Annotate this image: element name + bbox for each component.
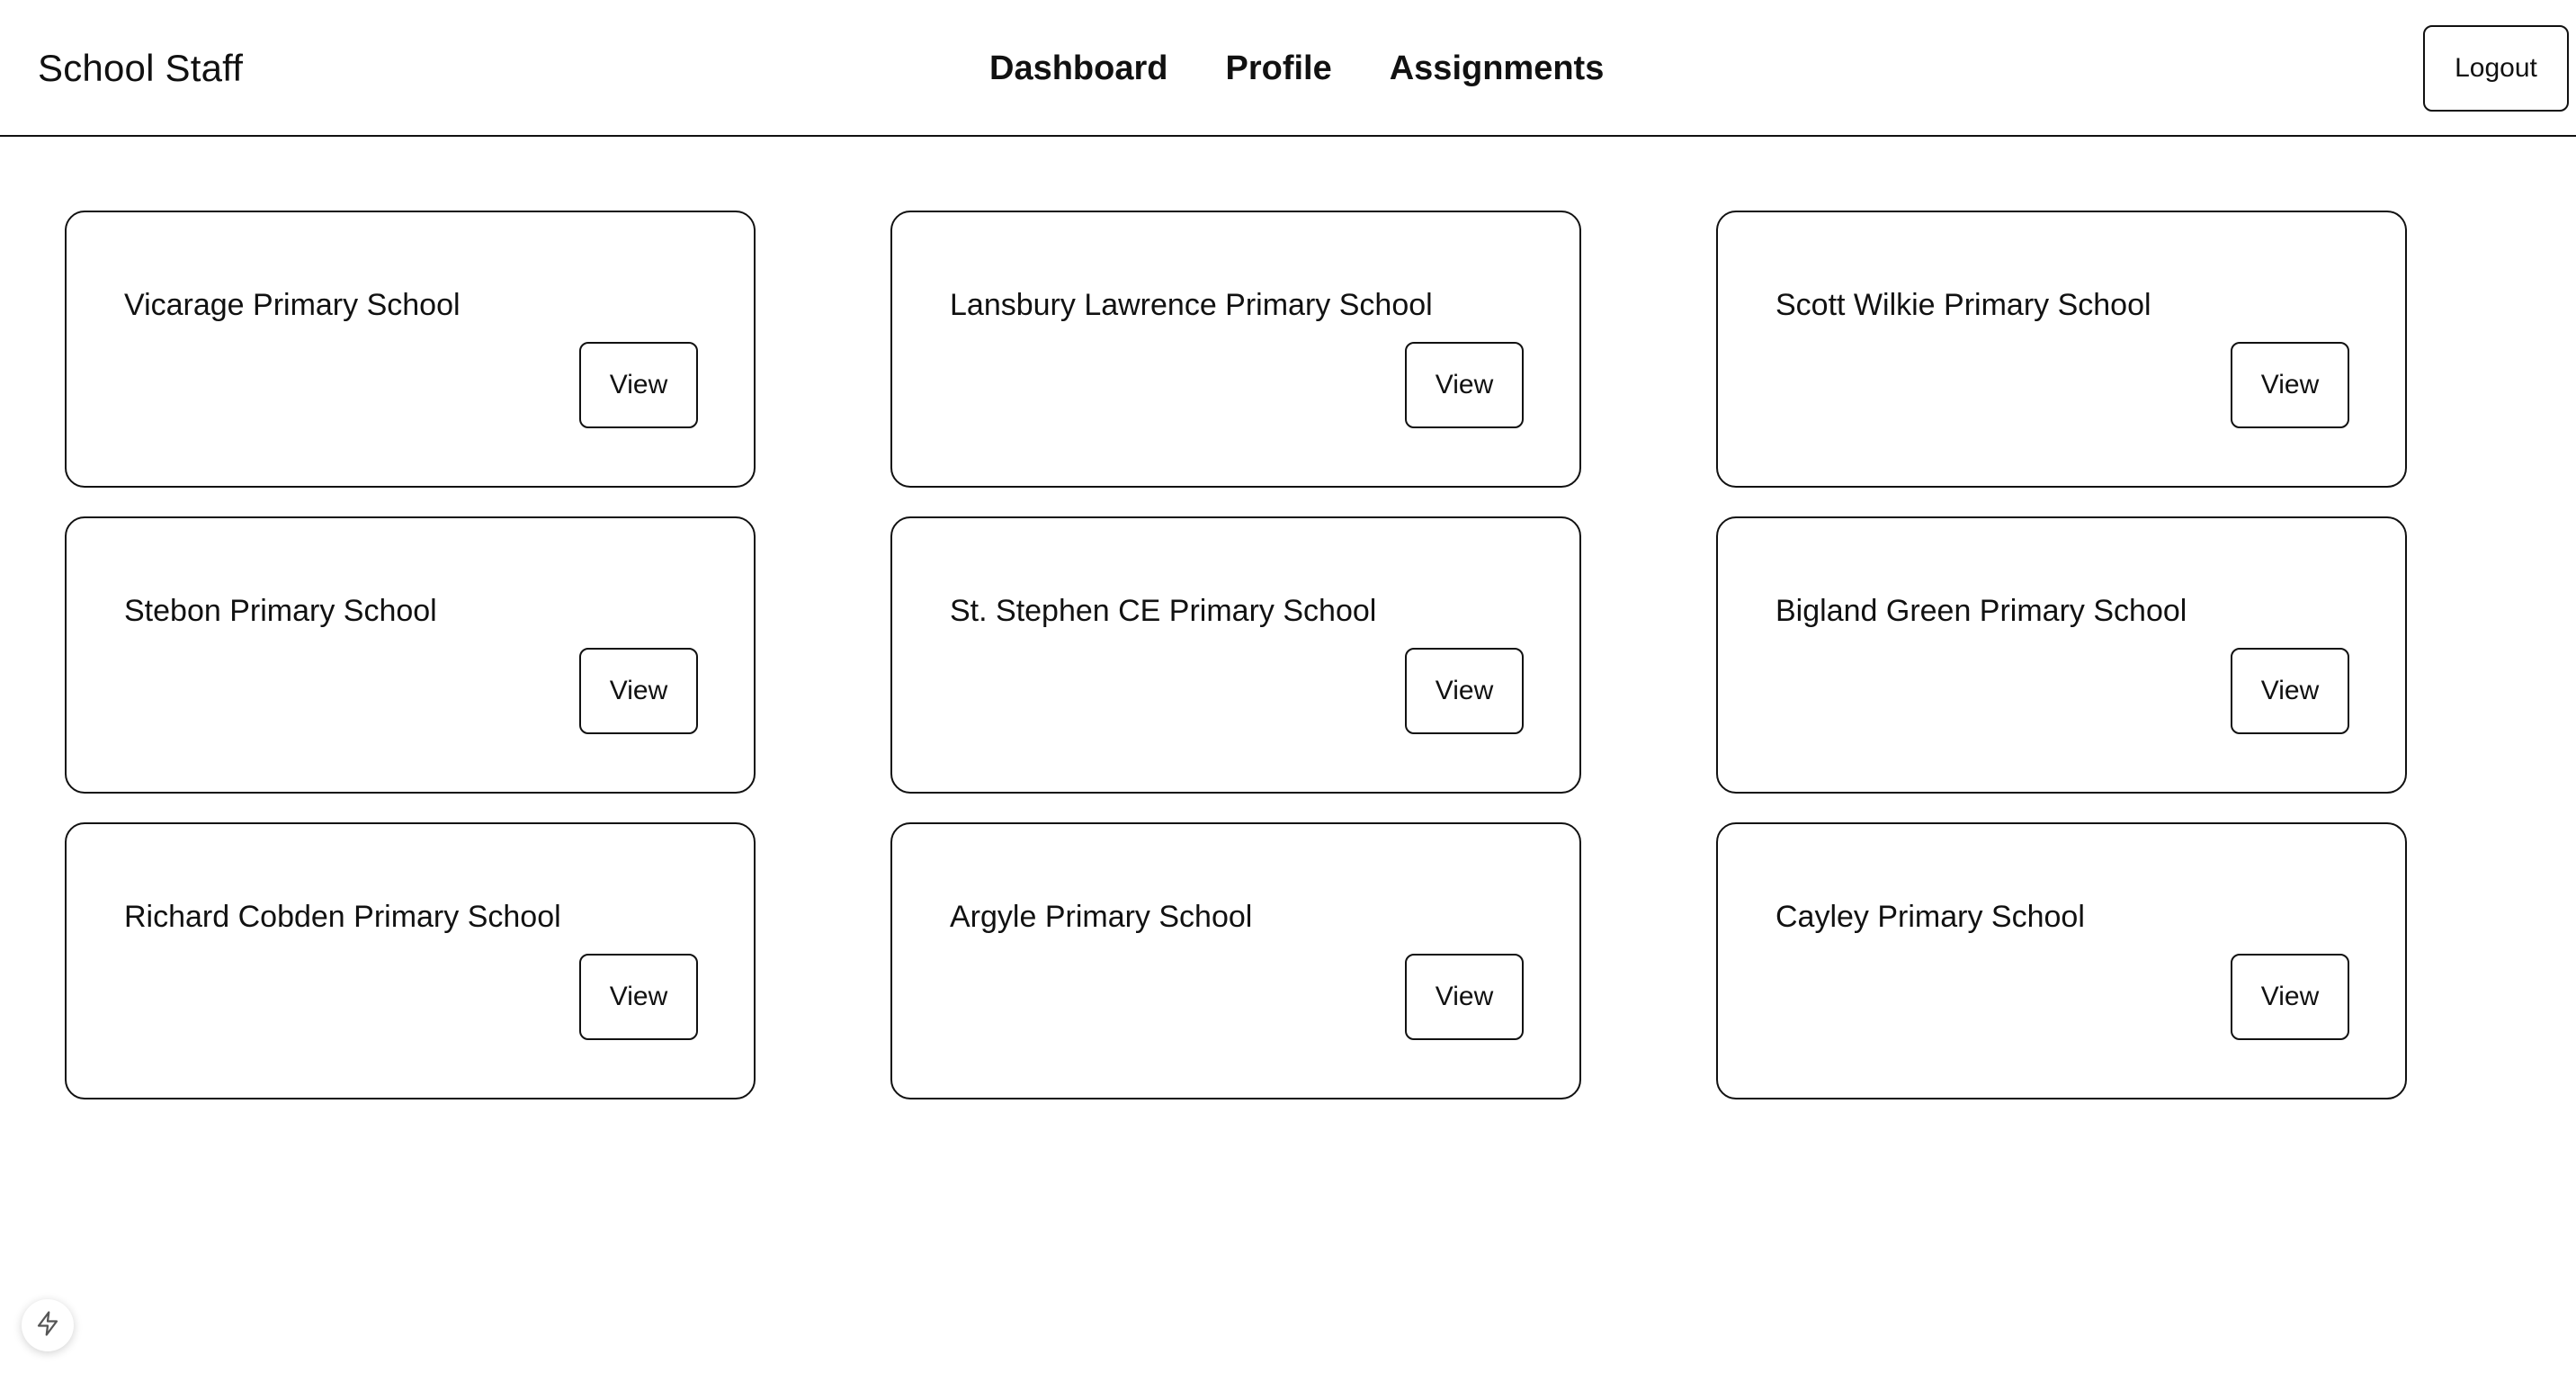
main-nav: Dashboard Profile Assignments — [989, 0, 1604, 137]
school-card: Bigland Green Primary School View — [1716, 516, 2407, 794]
school-card: Cayley Primary School View — [1716, 822, 2407, 1099]
school-name: Argyle Primary School — [950, 900, 1253, 934]
view-button[interactable]: View — [579, 954, 698, 1040]
brand-title[interactable]: School Staff — [38, 0, 243, 137]
nav-assignments[interactable]: Assignments — [1390, 49, 1605, 88]
page: School Staff Dashboard Profile Assignmen… — [0, 0, 2576, 1373]
school-name: Stebon Primary School — [124, 594, 437, 628]
view-button[interactable]: View — [579, 342, 698, 428]
nav-dashboard[interactable]: Dashboard — [989, 49, 1167, 88]
school-name: Lansbury Lawrence Primary School — [950, 288, 1433, 322]
view-button[interactable]: View — [1405, 954, 1524, 1040]
view-button[interactable]: View — [579, 648, 698, 734]
school-name: Bigland Green Primary School — [1775, 594, 2187, 628]
school-cards-grid: Vicarage Primary School View Lansbury La… — [65, 211, 2407, 1099]
school-card: Vicarage Primary School View — [65, 211, 756, 488]
top-header: School Staff Dashboard Profile Assignmen… — [0, 0, 2576, 137]
view-button[interactable]: View — [1405, 648, 1524, 734]
view-button[interactable]: View — [1405, 342, 1524, 428]
nav-profile[interactable]: Profile — [1225, 49, 1331, 88]
school-card: Stebon Primary School View — [65, 516, 756, 794]
school-card: Argyle Primary School View — [890, 822, 1581, 1099]
lightning-bolt-icon — [34, 1310, 61, 1342]
school-name: St. Stephen CE Primary School — [950, 594, 1377, 628]
view-button[interactable]: View — [2231, 648, 2349, 734]
school-name: Richard Cobden Primary School — [124, 900, 561, 934]
view-button[interactable]: View — [2231, 954, 2349, 1040]
dev-tools-badge[interactable] — [22, 1299, 74, 1351]
school-card: Scott Wilkie Primary School View — [1716, 211, 2407, 488]
school-card: St. Stephen CE Primary School View — [890, 516, 1581, 794]
school-name: Cayley Primary School — [1775, 900, 2085, 934]
school-name: Vicarage Primary School — [124, 288, 461, 322]
logout-button[interactable]: Logout — [2423, 25, 2569, 112]
view-button[interactable]: View — [2231, 342, 2349, 428]
school-card: Lansbury Lawrence Primary School View — [890, 211, 1581, 488]
school-card: Richard Cobden Primary School View — [65, 822, 756, 1099]
school-name: Scott Wilkie Primary School — [1775, 288, 2151, 322]
